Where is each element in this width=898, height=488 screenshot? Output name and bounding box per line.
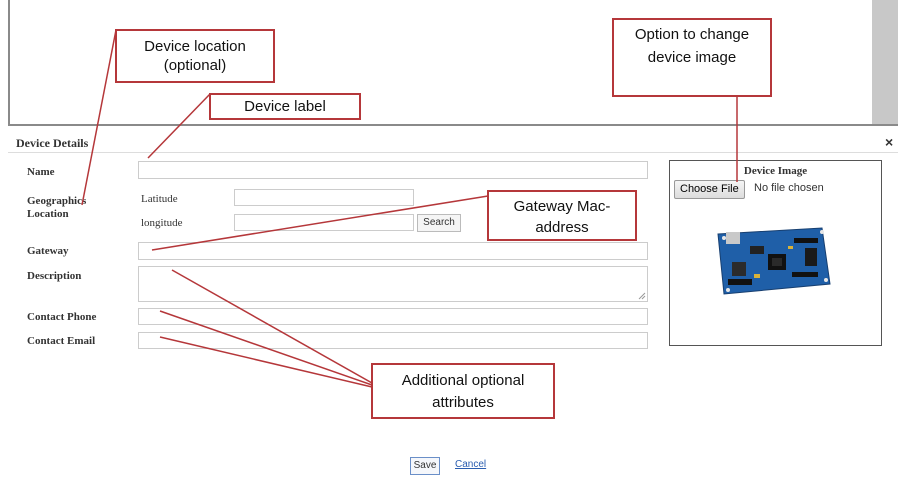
callout-device-label: Device label <box>209 93 361 120</box>
callout-device-image: Option to change device image <box>612 18 772 97</box>
annotation-line <box>159 336 373 388</box>
callout-additional-attributes: Additional optional attributes <box>371 363 555 419</box>
annotation-line <box>171 269 373 384</box>
callout-device-location: Device location (optional) <box>115 29 275 83</box>
callout-gateway: Gateway Mac-address <box>487 190 637 241</box>
annotation-line <box>147 93 211 159</box>
annotation-line <box>159 310 373 386</box>
annotation-line <box>81 29 117 206</box>
annotation-line <box>151 195 489 251</box>
